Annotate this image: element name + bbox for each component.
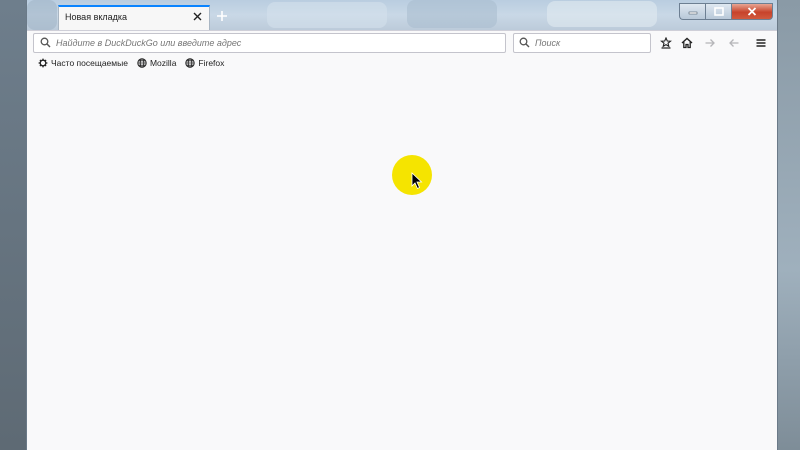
bookmark-mozilla[interactable]: Mozilla (137, 58, 176, 68)
title-bar[interactable]: Новая вкладка (27, 0, 777, 30)
aero-glass-reflection (267, 2, 387, 28)
bookmarks-menu-button[interactable] (657, 34, 675, 52)
tab-title: Новая вкладка (65, 12, 128, 22)
home-icon (681, 37, 693, 49)
hamburger-menu-icon (756, 39, 766, 47)
close-window-button[interactable] (731, 3, 773, 20)
new-tab-button[interactable] (213, 7, 231, 25)
arrow-left-icon (729, 39, 739, 47)
search-icon (519, 37, 530, 48)
arrow-right-icon (705, 39, 715, 47)
close-icon (747, 7, 757, 16)
tab-new-tab[interactable]: Новая вкладка (58, 5, 210, 30)
address-input[interactable] (56, 35, 496, 51)
forward-button[interactable] (701, 34, 719, 52)
desktop-left-edge (0, 0, 26, 450)
minimize-button[interactable] (679, 3, 705, 20)
aero-glass-reflection (407, 0, 497, 28)
home-button[interactable] (678, 34, 696, 52)
search-input[interactable] (535, 35, 645, 51)
bookmark-label: Часто посещаемые (51, 57, 128, 68)
minimize-icon (688, 11, 697, 14)
search-icon (40, 37, 51, 48)
navigation-toolbar (27, 30, 777, 54)
bookmark-most-visited[interactable]: Часто посещаемые (38, 58, 128, 68)
browser-window: Новая вкладка Найдите в DuckDuckGo или в… (26, 0, 778, 450)
back-button[interactable] (725, 34, 743, 52)
maximize-button[interactable] (705, 3, 731, 20)
bookmark-label: Mozilla (149, 57, 177, 68)
page-content[interactable] (27, 71, 777, 450)
bookmark-firefox[interactable]: Firefox (185, 58, 224, 68)
bookmark-label: Firefox (198, 57, 225, 68)
window-controls (679, 3, 773, 21)
globe-icon (185, 57, 196, 68)
plus-icon (217, 11, 227, 21)
aero-glass-reflection (27, 0, 57, 30)
url-bar[interactable] (33, 33, 506, 53)
close-tab-icon[interactable] (191, 10, 203, 22)
bookmarks-star-icon (660, 37, 672, 49)
mouse-cursor-icon (411, 172, 423, 190)
maximize-icon (713, 7, 724, 16)
open-menu-button[interactable] (752, 34, 770, 52)
gear-icon (38, 58, 48, 68)
aero-glass-reflection (547, 1, 657, 27)
search-bar[interactable] (513, 33, 651, 53)
bookmarks-toolbar: Часто посещаемые Mozilla Firefox (27, 54, 777, 71)
globe-icon (137, 57, 147, 68)
